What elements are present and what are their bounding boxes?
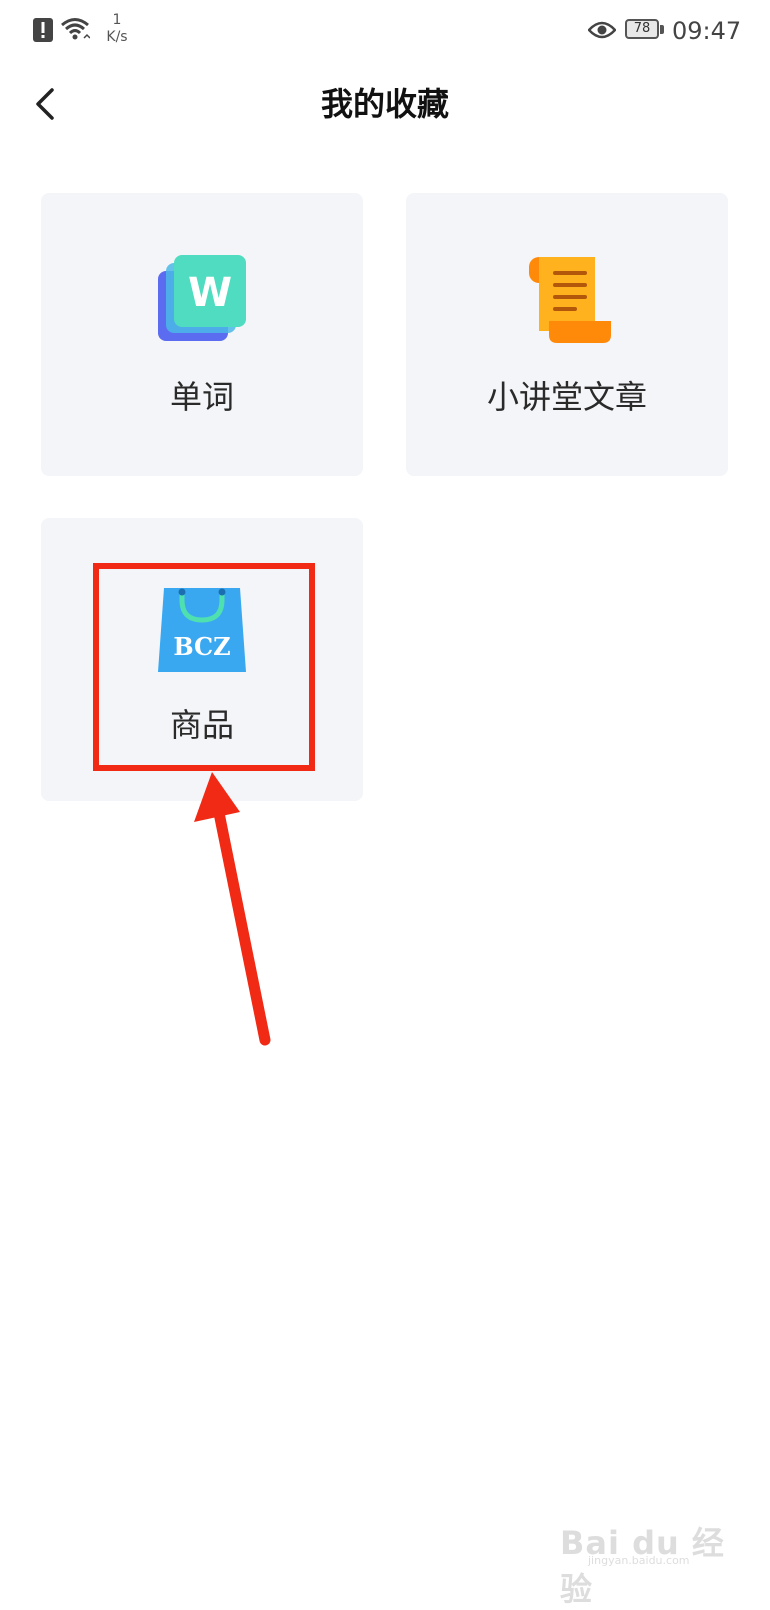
shopping-bag-logo-text: BCZ <box>173 632 230 661</box>
favorite-card-articles[interactable]: 小讲堂文章 <box>406 193 728 476</box>
watermark: Bai du 经验 jingyan.baidu.com <box>560 1514 730 1608</box>
eye-icon <box>588 21 616 39</box>
favorite-card-words[interactable]: W 单词 <box>41 193 363 476</box>
wifi-icon <box>61 18 90 40</box>
battery-icon: 78 <box>625 19 665 41</box>
card-label-articles: 小讲堂文章 <box>486 378 647 416</box>
word-book-icon: W <box>158 255 246 341</box>
network-speed-value: 1 <box>112 12 122 28</box>
scroll-icon <box>529 257 611 343</box>
word-book-letter: W <box>188 270 232 316</box>
card-label-words: 单词 <box>169 378 234 416</box>
battery-level: 78 <box>625 19 659 39</box>
clock: 09:47 <box>672 17 742 45</box>
network-speed: 1 K/s <box>97 12 137 46</box>
page-title: 我的收藏 <box>320 85 449 123</box>
shopping-bag-icon: BCZ <box>158 588 246 672</box>
annotation-arrow <box>194 772 271 1046</box>
header: 我的收藏 <box>0 64 770 154</box>
status-bar: 1 K/s 78 09:47 <box>0 0 770 64</box>
favorite-card-goods[interactable]: BCZ 商品 <box>41 518 363 801</box>
network-speed-unit: K/s <box>106 29 128 45</box>
alert-icon <box>33 18 53 42</box>
watermark-url: jingyan.baidu.com <box>588 1554 690 1567</box>
card-label-goods: 商品 <box>169 706 234 744</box>
